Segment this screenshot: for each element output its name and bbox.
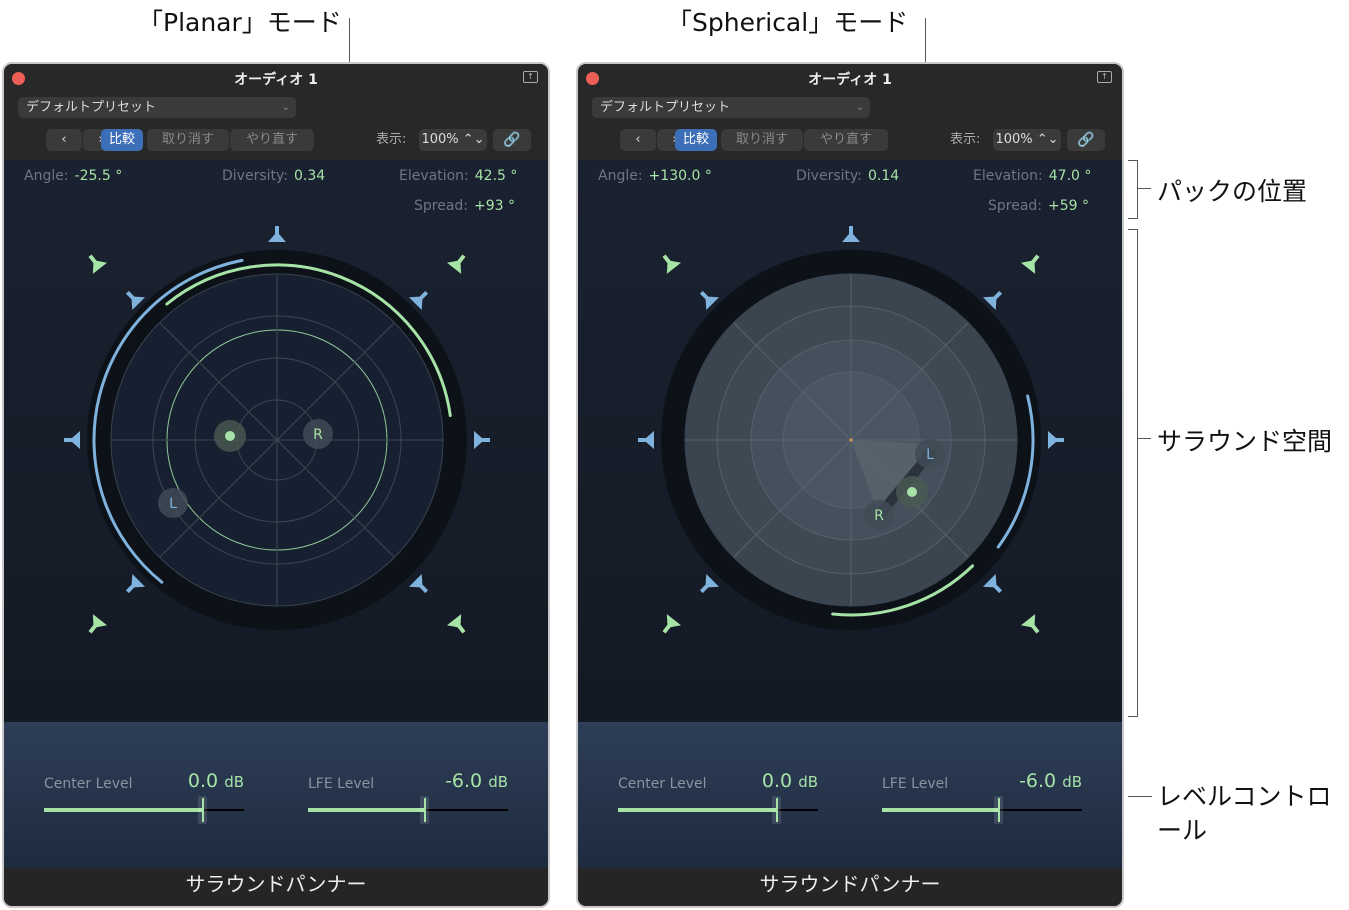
view-label: 表示:: [376, 132, 407, 147]
link-icon[interactable]: 🔗: [493, 129, 531, 151]
expand-icon[interactable]: ↑: [523, 71, 538, 83]
puck: [225, 431, 235, 441]
speaker-icon: [408, 573, 429, 594]
center-level-label: Center Level: [44, 776, 133, 792]
channel-L-label: L: [169, 496, 177, 512]
lfe-level-slider-thumb[interactable]: [994, 796, 1003, 824]
panner-graphic[interactable]: LR: [4, 160, 550, 722]
puck: [907, 487, 917, 497]
speaker-icon: [982, 290, 1003, 311]
channel-R-label: R: [313, 427, 323, 443]
lfe-level-slider-thumb[interactable]: [420, 796, 429, 824]
speaker-icon: [125, 573, 146, 594]
channel-R-label: R: [874, 508, 884, 524]
lfe-level-value: -6.0 dB: [445, 770, 508, 792]
undo-button[interactable]: 取り消す: [721, 129, 803, 151]
lfe-level-label: LFE Level: [882, 776, 949, 792]
lfe-level-label: LFE Level: [308, 776, 375, 792]
surround-field[interactable]: Angle: -25.5 ° Diversity: 0.34 Elevation: 4…: [4, 160, 550, 797]
center-level-value: 0.0 dB: [761, 770, 818, 792]
chevron-down-icon: ⌄: [281, 102, 290, 113]
speaker-icon: [699, 573, 720, 594]
speaker-icon: [408, 290, 429, 311]
speaker-icon: [842, 226, 860, 242]
callout-puck-position: パックの位置: [1157, 177, 1308, 206]
expand-icon[interactable]: ↑: [1097, 71, 1112, 83]
panner-graphic[interactable]: LR: [578, 160, 1124, 722]
speaker-icon: [699, 290, 720, 311]
view-label: 表示:: [950, 132, 981, 147]
speaker-icon: [88, 254, 108, 274]
speaker-icon: [662, 254, 682, 274]
preset-label: デフォルトプリセット: [600, 100, 731, 115]
level-controls: Center Level 0.0 dB LFE Level -6.0 dB: [578, 722, 1122, 872]
plugin-name: サラウンドパンナー: [4, 868, 548, 906]
center-point: [849, 438, 853, 442]
preset-dropdown[interactable]: デフォルトプリセット ⌄: [18, 97, 296, 118]
zoom-select[interactable]: 100% ⌃⌄: [419, 129, 487, 151]
speaker-icon: [662, 614, 682, 634]
speaker-icon: [1020, 254, 1040, 274]
speaker-icon: [982, 573, 1003, 594]
compare-button[interactable]: 比較: [101, 129, 143, 151]
speaker-icon: [446, 614, 466, 634]
redo-button[interactable]: やり直す: [230, 129, 314, 151]
speaker-icon: [88, 614, 108, 634]
prev-preset-button[interactable]: ‹: [620, 129, 656, 151]
speaker-icon: [125, 290, 146, 311]
plugin-name: サラウンドパンナー: [578, 868, 1122, 906]
link-icon[interactable]: 🔗: [1067, 129, 1105, 151]
speaker-icon: [1020, 614, 1040, 634]
speaker-icon: [1048, 431, 1064, 449]
window-title: オーディオ 1: [234, 72, 318, 88]
surround-panner-window-spherical: オーディオ 1 ↑ デフォルトプリセット⌄ ‹ › 比較 取り消す やり直す 表…: [576, 62, 1124, 908]
speaker-icon: [638, 431, 654, 449]
title-bar: オーディオ 1 ↑ デフォルトプリセット⌄ ‹ › 比較 取り消す やり直す 表…: [4, 64, 548, 158]
callout-planar-mode: 「Planar」モード: [138, 8, 342, 37]
redo-button[interactable]: やり直す: [804, 129, 888, 151]
surround-field[interactable]: Angle: +130.0 ° Diversity: 0.14 Elevation:…: [578, 160, 1124, 797]
zoom-select[interactable]: 100% ⌃⌄: [993, 129, 1061, 151]
undo-button[interactable]: 取り消す: [147, 129, 229, 151]
callout-surround-space: サラウンド空間: [1157, 427, 1333, 456]
speaker-icon: [446, 254, 466, 274]
surround-panner-window-planar: オーディオ 1 ↑ デフォルトプリセット⌄ ‹ › 比較 取り消す やり直す 表…: [2, 62, 550, 908]
chevron-down-icon: ⌄: [855, 102, 864, 113]
speaker-icon: [268, 226, 286, 242]
prev-preset-button[interactable]: ‹: [46, 129, 82, 151]
preset-dropdown[interactable]: デフォルトプリセット ⌄: [592, 97, 870, 118]
channel-L-label: L: [926, 447, 934, 463]
speaker-icon: [64, 431, 80, 449]
level-controls: Center Level 0.0 dB LFE Level -6.0 dB: [4, 722, 548, 872]
preset-label: デフォルトプリセット: [26, 100, 157, 115]
center-level-slider-thumb[interactable]: [198, 796, 207, 824]
compare-button[interactable]: 比較: [675, 129, 717, 151]
center-level-label: Center Level: [618, 776, 707, 792]
callout-level-control: レベルコントロ ール: [1157, 782, 1332, 845]
title-bar: オーディオ 1 ↑ デフォルトプリセット⌄ ‹ › 比較 取り消す やり直す 表…: [578, 64, 1122, 158]
lfe-level-value: -6.0 dB: [1019, 770, 1082, 792]
center-level-slider-thumb[interactable]: [772, 796, 781, 824]
center-level-value: 0.0 dB: [187, 770, 244, 792]
callout-spherical-mode: 「Spherical」モード: [667, 8, 909, 37]
window-title: オーディオ 1: [808, 72, 892, 88]
speaker-icon: [474, 431, 490, 449]
